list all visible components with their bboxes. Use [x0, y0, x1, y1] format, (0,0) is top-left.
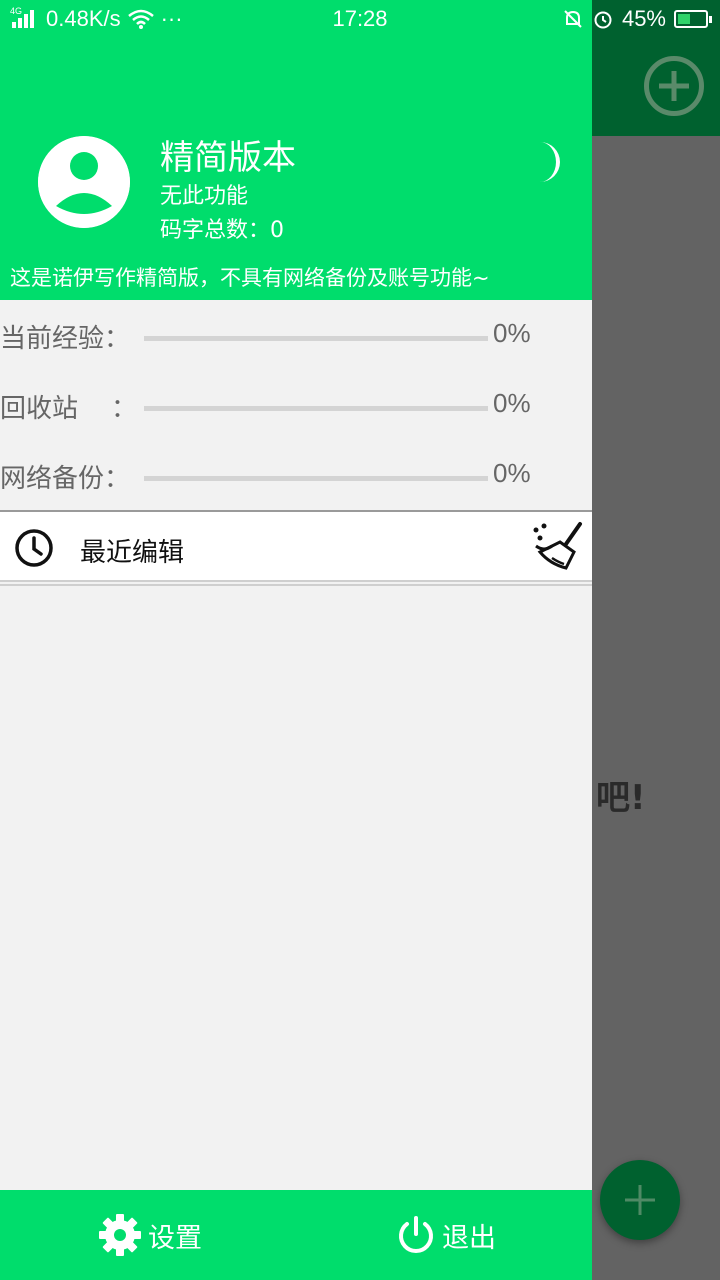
logout-label: 退出	[442, 1222, 496, 1254]
stat-row-network-backup[interactable]: 网络备份： 0%	[0, 458, 592, 498]
stat-value: 0%	[493, 388, 531, 418]
bell-muted-icon	[564, 10, 582, 28]
add-circle-icon[interactable]	[644, 56, 704, 116]
add-fab-button[interactable]	[600, 1160, 680, 1240]
battery-icon	[674, 10, 712, 28]
stat-row-recycle-bin[interactable]: 回收站 ： 0%	[0, 388, 592, 428]
drawer-header: 精简版本 无此功能 码字总数：0 这是诺伊写作精简版，不具有网络备份及账号功能~	[0, 0, 592, 300]
avatar-icon[interactable]	[38, 136, 130, 228]
recent-edit-header[interactable]: 最近编辑	[0, 510, 592, 582]
divider	[0, 584, 592, 586]
settings-button[interactable]: 设置	[98, 1190, 202, 1280]
progress-bar	[144, 476, 488, 481]
status-bar: 4G 0.48K/s ··· 17:28 45%	[0, 0, 720, 38]
stat-value: 0%	[493, 318, 531, 348]
stat-label: 当前经验：	[0, 324, 131, 354]
battery-percent: 45%	[621, 6, 666, 31]
moon-icon[interactable]	[526, 140, 568, 184]
navigation-drawer: 精简版本 无此功能 码字总数：0 这是诺伊写作精简版，不具有网络备份及账号功能~…	[0, 0, 592, 1280]
edition-notice: 这是诺伊写作精简版，不具有网络备份及账号功能~	[10, 266, 490, 290]
progress-bar	[144, 336, 488, 341]
drawer-footer: 设置 退出	[0, 1190, 592, 1280]
recent-edit-label: 最近编辑	[80, 538, 185, 568]
stat-value: 0%	[493, 458, 531, 488]
gear-icon	[99, 1214, 141, 1256]
settings-label: 设置	[148, 1222, 202, 1254]
power-icon	[399, 1216, 433, 1253]
user-name: 精简版本	[160, 138, 296, 178]
alarm-icon	[594, 11, 612, 29]
broom-icon[interactable]	[530, 520, 584, 574]
progress-bar	[144, 406, 488, 411]
word-count: 码字总数：0	[160, 218, 284, 243]
stat-label: 网络备份：	[0, 464, 131, 494]
user-subtitle: 无此功能	[160, 184, 249, 209]
stat-label: 回收站 ：	[0, 394, 138, 424]
empty-hint-text: 吧!	[596, 778, 646, 818]
logout-button[interactable]: 退出	[396, 1190, 496, 1280]
clock-icon	[15, 529, 53, 567]
stat-row-experience: 当前经验： 0%	[0, 318, 592, 358]
